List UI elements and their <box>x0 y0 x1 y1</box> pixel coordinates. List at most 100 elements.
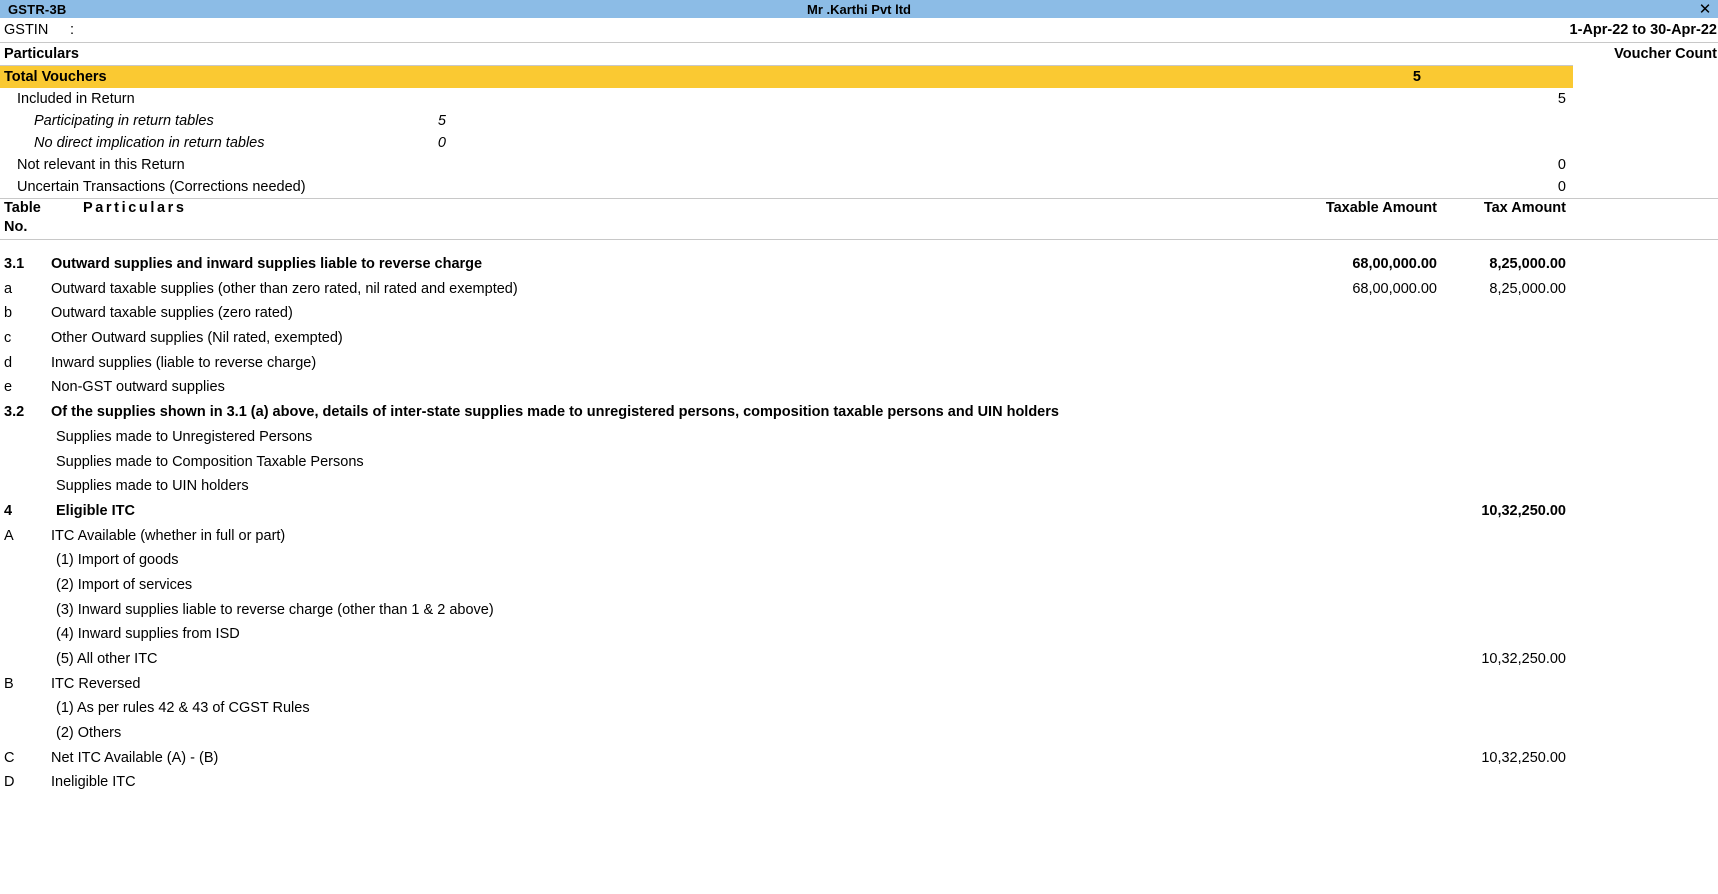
table-row-tax-amount: 10,32,250.00 <box>1481 651 1566 667</box>
table-row-tax-amount: 10,32,250.00 <box>1481 749 1566 766</box>
table-row-no: 4 <box>4 502 13 519</box>
table-row-tax-amount: 8,25,000.00 <box>1489 280 1566 297</box>
window-titlebar: GSTR-3B Mr .Karthi Pvt ltd ✕ <box>0 0 1718 18</box>
summary-row-not-relevant: Not relevant in this Return 0 <box>0 154 1718 176</box>
table-rows: 3.1 Outward supplies and inward supplies … <box>0 252 1718 795</box>
gstin-colon: : <box>70 22 75 38</box>
summary-row-count: 5 <box>1557 91 1566 107</box>
table-row-particulars: Outward taxable supplies (zero rated) <box>51 305 293 322</box>
table-row-no: a <box>4 280 13 297</box>
summary-col-voucher-count: Voucher Count <box>1614 46 1717 62</box>
table-row[interactable]: (3) Inward supplies liable to reverse ch… <box>0 598 1718 623</box>
table-row-no: C <box>4 749 15 766</box>
table-row[interactable]: d Inward supplies (liable to reverse char… <box>0 351 1718 376</box>
table-row-particulars: ITC Available (whether in full or part) <box>51 527 286 544</box>
company-name: Mr .Karthi Pvt ltd <box>806 1 911 17</box>
table-row[interactable]: (2) Import of services <box>0 573 1718 598</box>
table-row[interactable]: e Non-GST outward supplies <box>0 375 1718 400</box>
gstin-row: GSTIN : 1-Apr-22 to 30-Apr-22 <box>0 18 1718 42</box>
table-row-tax-amount: 10,32,250.00 <box>1481 502 1566 519</box>
table-row[interactable]: 3.2 Of the supplies shown in 3.1 (a) abov… <box>0 400 1718 425</box>
table-row[interactable]: (2) Others <box>0 721 1718 746</box>
table-column-header: Table No. Particulars Taxable Amount Tax… <box>0 199 1718 239</box>
table-row[interactable]: A ITC Available (whether in full or part) <box>0 524 1718 549</box>
summary-row-participating: Participating in return tables 5 <box>0 110 1718 132</box>
col-table-no-line1: Table <box>4 200 41 216</box>
gstr3b-report-window: GSTR-3B Mr .Karthi Pvt ltd ✕ GSTIN : 1-A… <box>0 0 1718 894</box>
table-row-particulars: Net ITC Available (A) - (B) <box>51 749 219 766</box>
table-row[interactable]: 3.1 Outward supplies and inward supplies … <box>0 252 1718 277</box>
table-row-no: B <box>4 675 14 692</box>
summary-row-label: Uncertain Transactions (Corrections need… <box>17 179 306 195</box>
table-row-no: 3.1 <box>4 256 25 272</box>
summary-row-count: 0 <box>1557 157 1566 173</box>
table-row[interactable]: 4 Eligible ITC 10,32,250.00 <box>0 499 1718 524</box>
table-row-particulars: (2) Others <box>56 725 122 742</box>
window-title: GSTR-3B <box>8 1 67 17</box>
summary-row-total-vouchers: Total Vouchers 5 <box>0 66 1573 88</box>
table-row-no: d <box>4 354 13 371</box>
table-row-no: A <box>4 527 14 544</box>
summary-row-label: Total Vouchers <box>4 69 107 85</box>
summary-row-label: Included in Return <box>17 91 135 107</box>
table-row-particulars: ITC Reversed <box>51 675 141 692</box>
gstin-label: GSTIN <box>4 22 49 38</box>
table-row-particulars: Outward supplies and inward supplies lia… <box>51 256 483 272</box>
col-table-no-line2: No. <box>4 219 28 235</box>
summary-row-no-direct-implication: No direct implication in return tables 0 <box>0 132 1718 154</box>
summary-row-value: 0 <box>437 135 446 151</box>
table-row-no: c <box>4 330 12 347</box>
col-tax-amount: Tax Amount <box>1483 200 1566 216</box>
close-icon[interactable]: ✕ <box>1696 0 1714 18</box>
table-row[interactable]: D Ineligible ITC <box>0 770 1718 795</box>
table-row[interactable]: C Net ITC Available (A) - (B) 10,32,250.00 <box>0 746 1718 771</box>
summary-row-uncertain-transactions: Uncertain Transactions (Corrections need… <box>0 176 1718 198</box>
table-row[interactable]: b Outward taxable supplies (zero rated) <box>0 301 1718 326</box>
table-row-particulars: (1) As per rules 42 & 43 of CGST Rules <box>56 700 310 717</box>
table-row-particulars: (4) Inward supplies from ISD <box>56 626 240 643</box>
table-row[interactable]: (1) Import of goods <box>0 548 1718 573</box>
summary-row-count: 0 <box>1557 179 1566 195</box>
table-row-particulars: (1) Import of goods <box>56 552 179 569</box>
table-row-particulars: Supplies made to Composition Taxable Per… <box>56 453 364 470</box>
summary-row-label: Participating in return tables <box>34 113 214 129</box>
table-row-particulars: (5) All other ITC <box>56 651 158 667</box>
table-row[interactable]: B ITC Reversed <box>0 672 1718 697</box>
summary-header-row: Particulars Voucher Count <box>0 43 1718 65</box>
table-row-particulars: Of the supplies shown in 3.1 (a) above, … <box>51 404 1059 421</box>
table-row[interactable]: a Outward taxable supplies (other than ze… <box>0 277 1718 302</box>
table-row[interactable]: (5) All other ITC 10,32,250.00 <box>0 647 1718 672</box>
table-row[interactable]: Supplies made to Unregistered Persons <box>0 425 1718 450</box>
table-row[interactable]: (4) Inward supplies from ISD <box>0 622 1718 647</box>
col-table-no: Table No. <box>4 199 74 237</box>
table-row-particulars: Ineligible ITC <box>51 774 136 791</box>
table-row-particulars: (3) Inward supplies liable to reverse ch… <box>56 601 494 618</box>
table-row-particulars: Supplies made to Unregistered Persons <box>56 428 313 445</box>
col-particulars: Particulars <box>83 200 187 216</box>
table-row-particulars: Non-GST outward supplies <box>51 379 225 396</box>
table-row-taxable-amount: 68,00,000.00 <box>1352 256 1437 272</box>
table-row-tax-amount: 8,25,000.00 <box>1489 256 1566 272</box>
table-row-particulars: (2) Import of services <box>56 576 193 593</box>
table-row[interactable]: c Other Outward supplies (Nil rated, exem… <box>0 326 1718 351</box>
table-row-particulars: Outward taxable supplies (other than zer… <box>51 280 518 297</box>
table-row-taxable-amount: 68,00,000.00 <box>1352 280 1437 297</box>
report-body: GSTIN : 1-Apr-22 to 30-Apr-22 Particular… <box>0 18 1718 795</box>
table-row-particulars: Inward supplies (liable to reverse charg… <box>51 354 317 371</box>
report-period: 1-Apr-22 to 30-Apr-22 <box>1569 22 1717 38</box>
summary-row-label: Not relevant in this Return <box>17 157 185 173</box>
table-row[interactable]: Supplies made to Composition Taxable Per… <box>0 450 1718 475</box>
summary-row-label: No direct implication in return tables <box>34 135 265 151</box>
summary-row-count: 5 <box>1412 69 1421 85</box>
table-row-no: D <box>4 774 15 791</box>
table-row-particulars: Eligible ITC <box>56 502 135 519</box>
summary-row-included-in-return: Included in Return 5 <box>0 88 1718 110</box>
summary-col-particulars: Particulars <box>4 46 79 62</box>
col-taxable-amount: Taxable Amount <box>1325 200 1437 216</box>
table-row-particulars: Other Outward supplies (Nil rated, exemp… <box>51 330 343 347</box>
table-row-particulars: Supplies made to UIN holders <box>56 478 249 495</box>
table-row[interactable]: (1) As per rules 42 & 43 of CGST Rules <box>0 696 1718 721</box>
table-row-no: 3.2 <box>4 404 25 421</box>
summary-row-value: 5 <box>437 113 446 129</box>
table-row[interactable]: Supplies made to UIN holders <box>0 474 1718 499</box>
